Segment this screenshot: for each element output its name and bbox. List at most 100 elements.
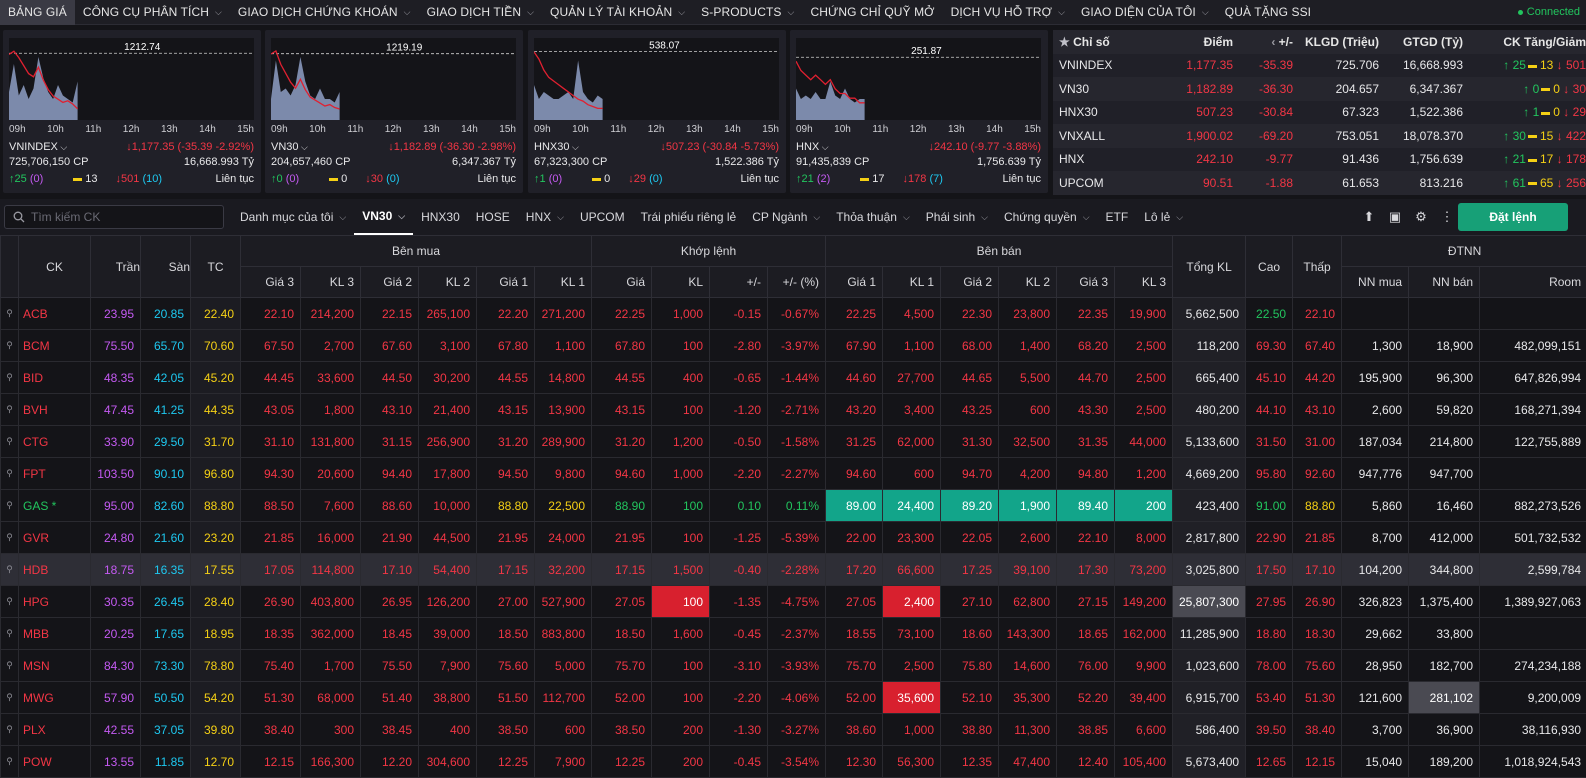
table-row[interactable]: ⚲BID48.3542.0545.2044.4533,60044.5030,20… [1,362,1586,394]
cell-ns: 36,900 [1409,714,1480,746]
tab-0[interactable]: Danh mục của tôi⌵ [232,199,354,235]
nav-item-8[interactable]: GIAO DIỆN CỦA TÔI⌵ [1073,0,1217,25]
pin-icon[interactable]: ⚲ [1,650,19,682]
cell-b1: 27.00 [477,586,535,618]
more-vertical-icon[interactable]: ⋮ [1434,209,1460,225]
index-row[interactable]: HNX30507.23-30.8467.3231,522.386↑ 10 ↓ 2… [1053,101,1586,125]
symbol-cell[interactable]: MSN [19,650,91,682]
sub-header: KL [652,267,710,298]
pin-icon[interactable]: ⚲ [1,394,19,426]
tab-1[interactable]: VN30⌵ [354,199,413,235]
symbol-cell[interactable]: BCM [19,330,91,362]
cell-sv2: 14,600 [999,650,1057,682]
table-row[interactable]: ⚲POW13.5511.8512.7012.15166,30012.20304,… [1,746,1586,778]
nav-item-7[interactable]: DỊCH VỤ HỖ TRỢ⌵ [943,0,1073,25]
excel-export-icon[interactable]: ▣ [1382,209,1408,225]
nav-item-6[interactable]: CHỨNG CHỈ QUỸ MỞ [802,0,942,25]
table-row[interactable]: ⚲PLX42.5537.0539.8038.4030038.4540038.50… [1,714,1586,746]
pin-icon[interactable]: ⚲ [1,618,19,650]
symbol-cell[interactable]: HDB [19,554,91,586]
symbol-cell[interactable]: MWG [19,682,91,714]
symbol-cell[interactable]: GAS * [19,490,91,522]
place-order-button[interactable]: Đặt lệnh [1458,203,1568,231]
symbol-cell[interactable]: POW [19,746,91,778]
symbol-cell[interactable]: CTG [19,426,91,458]
table-row[interactable]: ⚲BCM75.5065.7070.6067.502,70067.603,1006… [1,330,1586,362]
symbol-cell[interactable]: BVH [19,394,91,426]
symbol-cell[interactable]: FPT [19,458,91,490]
cell-hi: 31.50 [1246,426,1293,458]
tab-9[interactable]: Phái sinh⌵ [918,199,996,235]
cell-bv1: 7,900 [535,746,592,778]
pin-icon[interactable]: ⚲ [1,746,19,778]
cell-sv2: 32,500 [999,426,1057,458]
index-row[interactable]: VN301,182.89-36.30204.6576,347.367↑ 00 ↓… [1053,77,1586,101]
index-name-wrap[interactable]: HNX30 ⌵ [534,141,579,153]
pin-icon[interactable]: ⚲ [1,522,19,554]
symbol-cell[interactable]: HPG [19,586,91,618]
tab-12[interactable]: Lô lẻ⌵ [1136,199,1191,235]
index-row[interactable]: UPCOM90.51-1.8861.653813.216↑ 6165 ↓ 256 [1053,171,1586,195]
index-row[interactable]: VNINDEX1,177.35-35.39725.70616,668.993↑ … [1053,54,1586,78]
table-row[interactable]: ⚲MBB20.2517.6518.9518.35362,00018.4539,0… [1,618,1586,650]
tab-8[interactable]: Thỏa thuận⌵ [828,199,918,235]
table-row[interactable]: ⚲HDB18.7516.3517.5517.05114,80017.1054,4… [1,554,1586,586]
index-change-wrap: ↓1,182.89 (-36.30 -2.98%) [388,141,516,153]
upload-icon[interactable]: ⬆ [1356,209,1382,225]
pin-icon[interactable]: ⚲ [1,426,19,458]
pin-icon[interactable]: ⚲ [1,298,19,330]
tab-2[interactable]: HNX30 [413,199,468,235]
symbol-cell[interactable]: MBB [19,618,91,650]
chart-panel-vnindex[interactable]: 1212.7409h10h11h12h13h14h15hVNINDEX ⌵↓1,… [3,30,261,193]
index-name-wrap[interactable]: VNINDEX ⌵ [9,141,67,153]
symbol-cell[interactable]: ACB [19,298,91,330]
index-name-wrap[interactable]: HNX ⌵ [796,141,829,153]
index-row[interactable]: VNXALL1,900.02-69.20753.05118,078.370↑ 3… [1053,124,1586,148]
pin-icon[interactable]: ⚲ [1,458,19,490]
pin-icon[interactable]: ⚲ [1,362,19,394]
index-value: 18,078.370 [1379,129,1463,143]
tab-4[interactable]: HNX⌵ [518,199,572,235]
tab-3[interactable]: HOSE [468,199,518,235]
symbol-cell[interactable]: GVR [19,522,91,554]
pin-icon[interactable]: ⚲ [1,490,19,522]
table-row[interactable]: ⚲FPT103.5090.1096.8094.3020,60094.4017,8… [1,458,1586,490]
pin-icon[interactable]: ⚲ [1,714,19,746]
index-name-wrap[interactable]: VN30 ⌵ [271,141,308,153]
tab-6[interactable]: Trái phiếu riêng lẻ [633,199,745,235]
table-row[interactable]: ⚲ACB23.9520.8522.4022.10214,20022.15265,… [1,298,1586,330]
search-input[interactable] [31,210,211,224]
chart-panel-vn30[interactable]: 1219.1909h10h11h12h13h14h15hVN30 ⌵↓1,182… [265,30,523,193]
symbol-cell[interactable]: PLX [19,714,91,746]
tab-7[interactable]: CP Ngành⌵ [744,199,828,235]
table-row[interactable]: ⚲GVR24.8021.6023.2021.8516,00021.9044,50… [1,522,1586,554]
nav-item-9[interactable]: QUÀ TẶNG SSI [1217,0,1319,25]
table-row[interactable]: ⚲HPG30.3526.4528.4026.90403,80026.95126,… [1,586,1586,618]
nav-item-3[interactable]: GIAO DỊCH TIỀN⌵ [419,0,542,25]
pin-icon[interactable]: ⚲ [1,586,19,618]
table-row[interactable]: ⚲MWG57.9050.5054.2051.3068,00051.4038,80… [1,682,1586,714]
nav-item-4[interactable]: QUẢN LÝ TÀI KHOẢN⌵ [542,0,693,25]
sort-icon[interactable]: ‹ [1271,35,1278,49]
pin-icon[interactable]: ⚲ [1,682,19,714]
star-icon[interactable]: ★ [1059,35,1073,49]
table-row[interactable]: ⚲MSN84.3073.3078.8075.401,70075.507,9007… [1,650,1586,682]
nav-item-1[interactable]: CÔNG CỤ PHÂN TÍCH⌵ [75,0,230,25]
nav-item-5[interactable]: S-PRODUCTS⌵ [693,0,802,25]
nav-item-0[interactable]: BẢNG GIÁ [0,0,75,25]
chart-panel-hnx30[interactable]: 538.0709h10h11h12h13h14h15hHNX30 ⌵↓507.2… [528,30,786,193]
tab-11[interactable]: ETF [1098,199,1137,235]
nav-item-2[interactable]: GIAO DỊCH CHỨNG KHOÁN⌵ [230,0,419,25]
chart-panel-hnx[interactable]: 251.8709h10h11h12h13h14h15hHNX ⌵↓242.10 … [790,30,1048,193]
tab-5[interactable]: UPCOM [572,199,633,235]
search-box[interactable] [4,205,224,229]
table-row[interactable]: ⚲CTG33.9029.5031.7031.10131,80031.15256,… [1,426,1586,458]
gear-icon[interactable]: ⚙ [1408,209,1434,225]
symbol-cell[interactable]: BID [19,362,91,394]
table-row[interactable]: ⚲BVH47.4541.2544.3543.051,80043.1021,400… [1,394,1586,426]
pin-icon[interactable]: ⚲ [1,554,19,586]
pin-icon[interactable]: ⚲ [1,330,19,362]
table-row[interactable]: ⚲GAS *95.0082.6088.8088.507,60088.6010,0… [1,490,1586,522]
index-row[interactable]: HNX242.10-9.7791.4361,756.639↑ 2117 ↓ 17… [1053,148,1586,172]
tab-10[interactable]: Chứng quyền⌵ [996,199,1098,235]
